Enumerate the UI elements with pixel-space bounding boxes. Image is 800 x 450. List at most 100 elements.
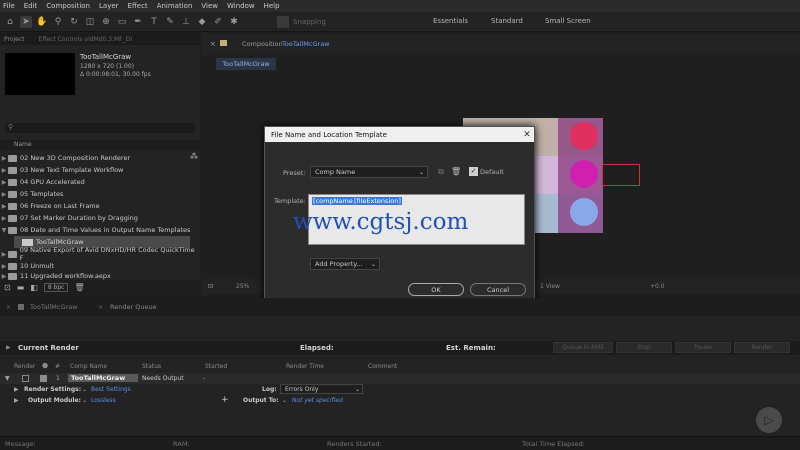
menu-composition[interactable]: Composition: [46, 2, 90, 10]
add-output-module-icon[interactable]: +: [221, 395, 229, 405]
add-property-dropdown[interactable]: Add Property... ⌄: [310, 258, 380, 270]
project-item[interactable]: ▶ 06 Freeze on Last Frame: [0, 200, 198, 212]
menu-edit[interactable]: Edit: [24, 2, 38, 10]
column-status[interactable]: Status: [142, 363, 161, 370]
queue-in-ame-button[interactable]: Queue in AME: [553, 342, 613, 353]
save-preset-icon[interactable]: ⧉: [438, 167, 444, 177]
project-item[interactable]: ▶ 05 Templates: [0, 188, 198, 200]
project-column-header[interactable]: Name: [0, 140, 200, 150]
close-tab-icon[interactable]: ×: [210, 40, 216, 48]
flowchart-icon[interactable]: ⁂: [190, 152, 198, 161]
chevron-down-icon[interactable]: ⌄: [82, 386, 87, 393]
project-item[interactable]: ▶ 04 GPU Accelerated: [0, 176, 198, 188]
preset-dropdown[interactable]: Comp Name ⌄: [310, 166, 428, 178]
close-tab-icon[interactable]: ×: [98, 304, 103, 311]
expand-icon[interactable]: ▶: [0, 203, 8, 210]
rectangle-tool-icon[interactable]: ▭: [116, 16, 128, 28]
expand-icon[interactable]: ▶: [6, 344, 11, 351]
bit-depth-button[interactable]: 8 bpc: [43, 283, 69, 292]
column-render-time[interactable]: Render Time: [286, 363, 324, 370]
expand-icon[interactable]: ▶: [0, 155, 8, 162]
menu-layer[interactable]: Layer: [99, 2, 119, 10]
expand-icon[interactable]: ▶: [0, 251, 8, 258]
render-checkbox[interactable]: [22, 375, 29, 382]
pan-behind-tool-icon[interactable]: ⊕: [100, 16, 112, 28]
lock-icon[interactable]: [220, 40, 227, 46]
type-tool-icon[interactable]: T: [148, 16, 160, 28]
expand-icon[interactable]: ▶: [0, 215, 8, 222]
project-item[interactable]: ▶ 09 Native Export of Avid DNxHD/HR Codec…: [0, 246, 198, 262]
ok-button[interactable]: OK: [408, 283, 464, 296]
project-item[interactable]: ▶ 02 New 3D Composition Renderer: [0, 152, 198, 164]
log-dropdown[interactable]: Errors Only ⌄: [280, 384, 363, 394]
project-item[interactable]: ▶ 11 Upgraded workflow.aepx: [0, 272, 198, 280]
cancel-button[interactable]: Cancel: [470, 283, 526, 296]
project-item[interactable]: ▼ 08 Date and Time Values in Output Name …: [0, 224, 198, 236]
interpret-footage-icon[interactable]: ⊡: [4, 283, 11, 292]
workspace-standard[interactable]: Standard: [491, 17, 523, 25]
trash-icon[interactable]: 🗑: [451, 167, 461, 176]
menu-file[interactable]: File: [3, 2, 15, 10]
chevron-down-icon[interactable]: ⌄: [82, 397, 87, 404]
column-comment[interactable]: Comment: [368, 363, 397, 370]
expand-icon[interactable]: ▶: [0, 263, 8, 270]
composition-tab[interactable]: TooTallMcGraw: [282, 40, 330, 48]
new-composition-icon[interactable]: ◧: [30, 283, 38, 292]
project-item[interactable]: ▶ 07 Set Marker Duration by Dragging: [0, 212, 198, 224]
template-token-comp-name[interactable]: [compName]: [312, 197, 357, 205]
column-render[interactable]: Render: [14, 363, 35, 370]
snapping-checkbox[interactable]: [277, 16, 289, 28]
render-queue-row[interactable]: ▼ 1 TooTallMcGraw Needs Output -: [0, 373, 800, 384]
project-tab[interactable]: Project: [4, 36, 25, 43]
home-icon[interactable]: ⌂: [4, 16, 16, 28]
column-comp-name[interactable]: Comp Name: [70, 363, 107, 370]
pen-tool-icon[interactable]: ✒: [132, 16, 144, 28]
output-to-link[interactable]: Not yet specified: [292, 397, 343, 404]
expand-icon[interactable]: ▶: [0, 191, 8, 198]
pause-button[interactable]: Pause: [675, 342, 731, 353]
row-comp-name[interactable]: TooTallMcGraw: [68, 374, 138, 382]
collapse-icon[interactable]: ▼: [5, 375, 10, 382]
chevron-down-icon[interactable]: ⌄: [282, 397, 287, 404]
hand-tool-icon[interactable]: ✋: [36, 16, 48, 28]
rotate-tool-icon[interactable]: ↻: [68, 16, 80, 28]
workspace-small-screen[interactable]: Small Screen: [545, 17, 591, 25]
exposure-value[interactable]: +0.0: [650, 283, 665, 290]
magnification-icon[interactable]: ⊡: [208, 283, 213, 290]
render-settings-link[interactable]: Best Settings: [91, 386, 131, 393]
close-icon[interactable]: ✕: [520, 130, 534, 140]
magnification-value[interactable]: 25%: [236, 283, 249, 290]
menu-animation[interactable]: Animation: [157, 2, 193, 10]
menu-help[interactable]: Help: [264, 2, 280, 10]
column-started[interactable]: Started: [205, 363, 227, 370]
template-input[interactable]: [compName] [fileExtension] www.cgtsj.com: [293, 194, 525, 245]
default-checkbox[interactable]: ✓: [469, 167, 478, 176]
project-item[interactable]: ▶ 10 Unmult: [0, 260, 198, 272]
workspace-essentials[interactable]: Essentials: [433, 17, 468, 25]
menu-window[interactable]: Window: [227, 2, 255, 10]
composition-subtab[interactable]: TooTallMcGraw: [216, 58, 276, 70]
clone-stamp-tool-icon[interactable]: ⊥: [180, 16, 192, 28]
collapse-icon[interactable]: ▼: [0, 227, 8, 234]
roto-brush-tool-icon[interactable]: ✐: [212, 16, 224, 28]
eraser-tool-icon[interactable]: ◆: [196, 16, 208, 28]
timeline-tab[interactable]: TooTallMcGraw: [30, 303, 78, 311]
stop-button[interactable]: Stop: [616, 342, 672, 353]
project-search-input[interactable]: ⚲: [5, 123, 195, 133]
close-tab-icon[interactable]: ×: [6, 304, 11, 311]
render-button[interactable]: Render: [734, 342, 790, 353]
trash-icon[interactable]: 🗑: [74, 283, 84, 292]
brush-tool-icon[interactable]: ✎: [164, 16, 176, 28]
expand-icon[interactable]: ▶: [14, 397, 19, 404]
view-layout[interactable]: 1 View: [540, 283, 560, 290]
render-queue-tab[interactable]: Render Queue: [110, 303, 157, 311]
expand-icon[interactable]: ▶: [0, 273, 8, 280]
column-number[interactable]: #: [55, 363, 60, 370]
expand-icon[interactable]: ▶: [0, 179, 8, 186]
label-color-swatch[interactable]: [40, 375, 47, 382]
project-item[interactable]: ▶ 03 New Text Template Workflow: [0, 164, 198, 176]
menu-effect[interactable]: Effect: [128, 2, 148, 10]
zoom-tool-icon[interactable]: ⚲: [52, 16, 64, 28]
effect-controls-tab[interactable]: Effect Controls oldMd0.3.MF_DI: [39, 36, 133, 43]
expand-icon[interactable]: ▶: [14, 386, 19, 393]
